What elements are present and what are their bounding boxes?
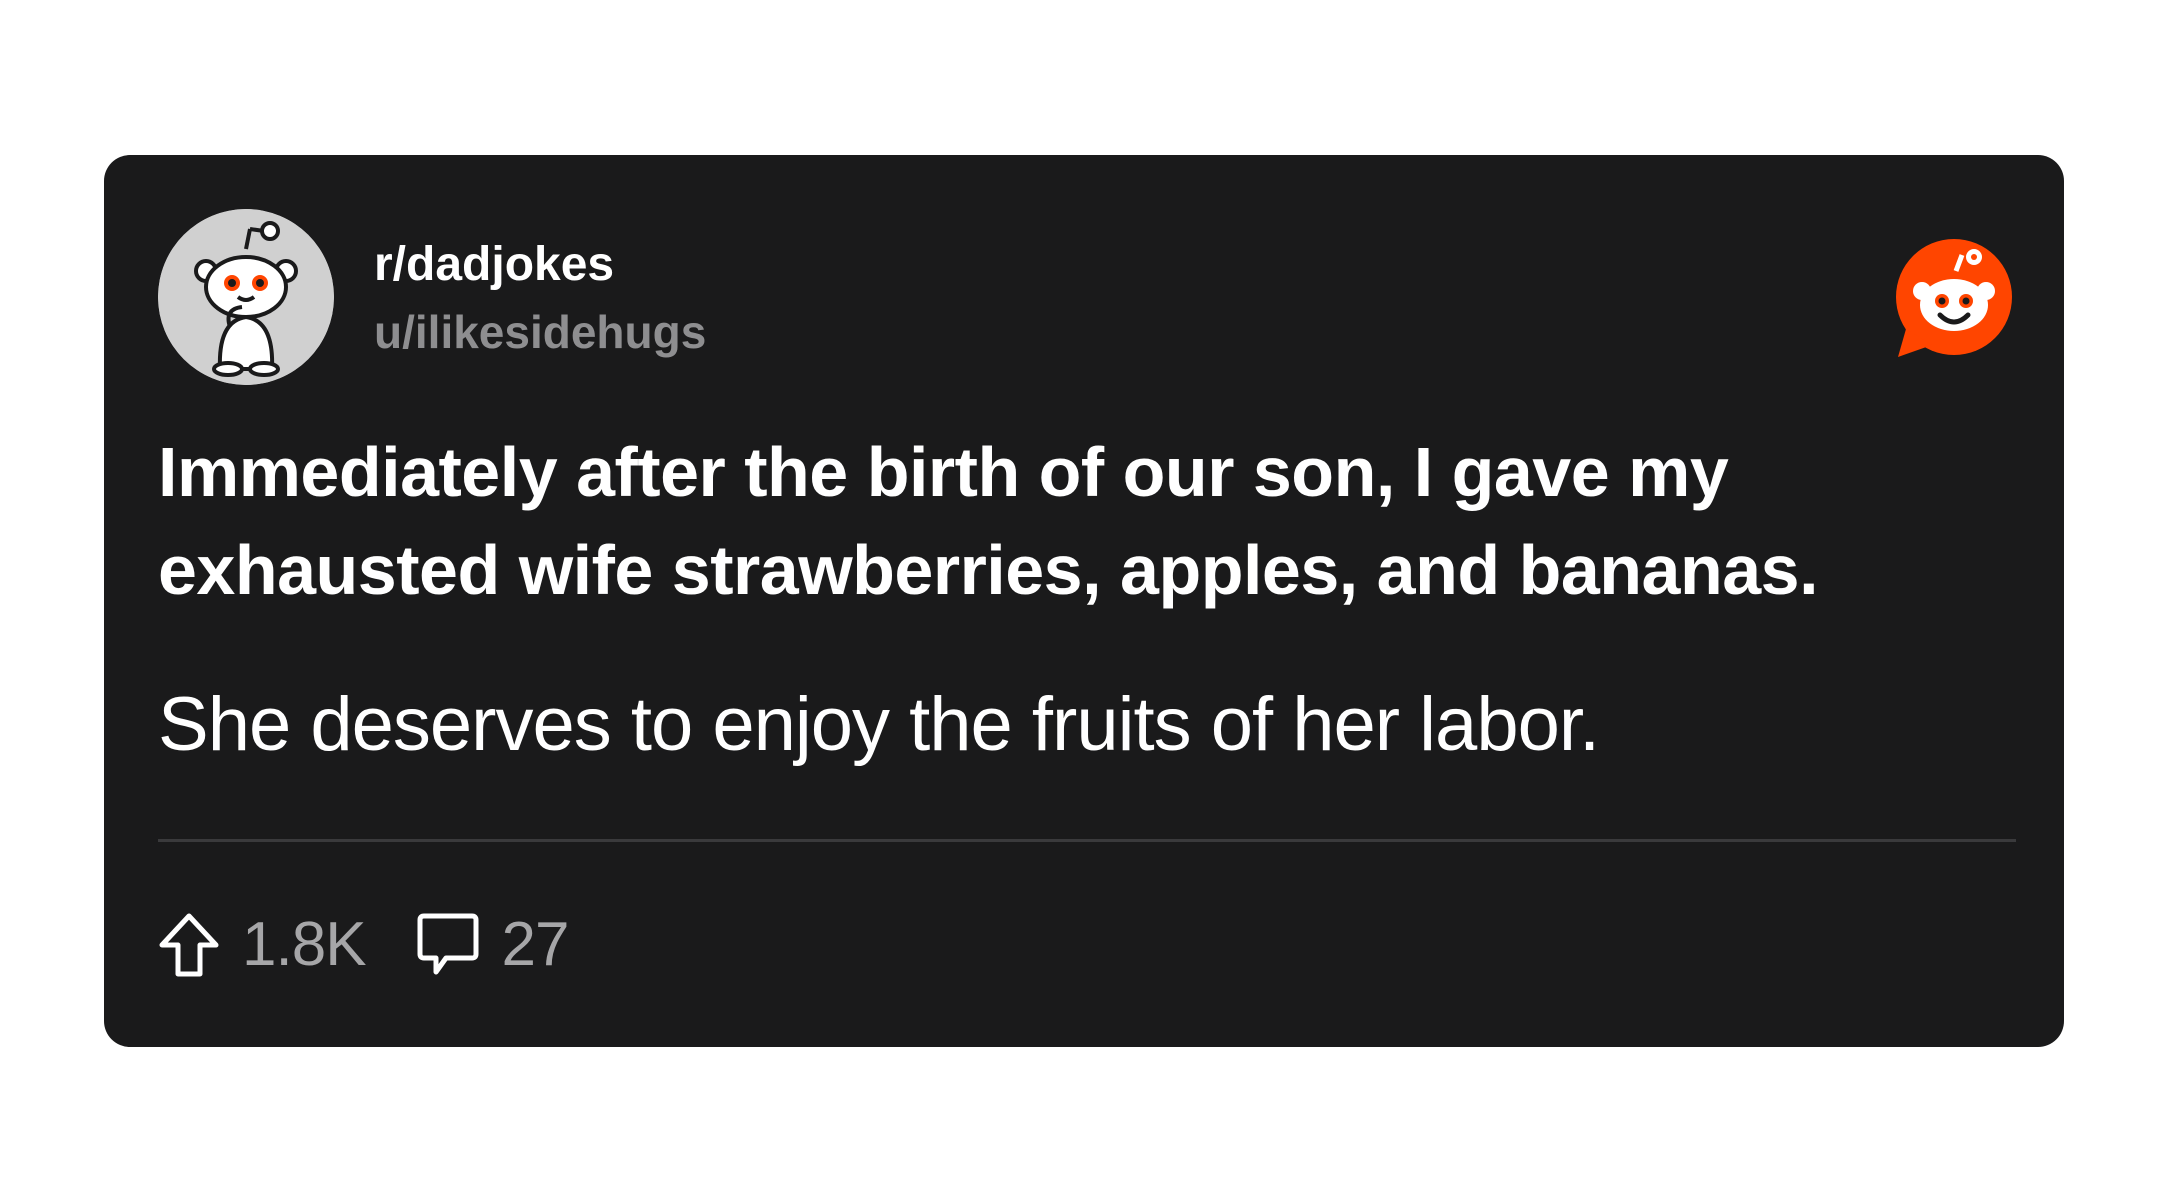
comments-button[interactable]: 27 bbox=[416, 905, 570, 985]
upvote-count: 1.8K bbox=[242, 910, 367, 979]
post-card[interactable]: r/dadjokes u/ilikesidehugs Immediately a… bbox=[104, 155, 2064, 1047]
post-title[interactable]: Immediately after the birth of our son, … bbox=[158, 423, 1998, 619]
snoo-avatar-icon bbox=[158, 209, 334, 385]
subreddit-avatar[interactable] bbox=[158, 209, 334, 385]
post-actions: 1.8K 27 bbox=[158, 905, 570, 985]
post-body: She deserves to enjoy the fruits of her … bbox=[158, 682, 1600, 767]
author-username[interactable]: u/ilikesidehugs bbox=[374, 305, 706, 359]
comment-count: 27 bbox=[501, 910, 570, 979]
subreddit-name[interactable]: r/dadjokes bbox=[374, 237, 614, 293]
divider bbox=[158, 839, 2016, 842]
reddit-logo-icon bbox=[1896, 239, 2012, 357]
reddit-logo bbox=[1892, 237, 2016, 361]
comment-bubble-icon bbox=[417, 913, 479, 975]
upvote-button[interactable]: 1.8K bbox=[158, 905, 367, 985]
upvote-arrow-icon bbox=[159, 913, 219, 977]
